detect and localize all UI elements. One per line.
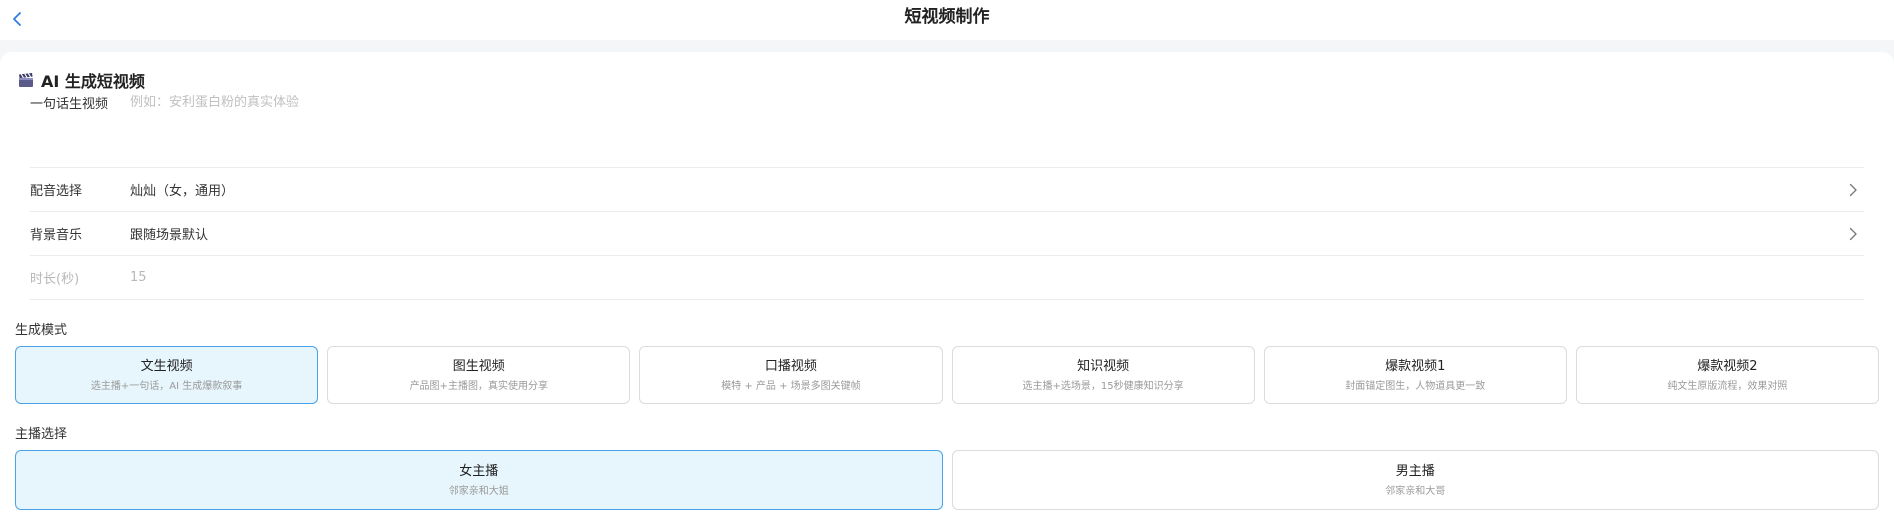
voice-value: 灿灿（女，通用）	[130, 184, 235, 199]
mode-option-desc: 选主播+选场景，15秒健康知识分享	[1022, 380, 1184, 392]
mode-option-title: 文生视频	[140, 358, 193, 374]
duration-label: 时长(秒)	[30, 272, 80, 287]
mode-option-desc: 模特 + 产品 + 场景多图关键帧	[721, 380, 861, 392]
mode-option-desc: 封面锚定图生，人物道具更一致	[1345, 380, 1486, 392]
mode-option-knowledge-video[interactable]: 知识视频 选主播+选场景，15秒健康知识分享	[951, 346, 1255, 404]
anchor-option-desc: 邻家亲和大哥	[1385, 485, 1446, 497]
mode-option-text-to-video[interactable]: 文生视频 选主播+一句话，AI 生成爆款叙事	[15, 346, 319, 404]
mode-option-title: 口播视频	[764, 358, 817, 374]
voice-label: 配音选择	[30, 184, 83, 199]
mode-option-viral-video-2[interactable]: 爆款视频2 纯文生原版流程，效果对照	[1575, 346, 1880, 404]
anchor-group-label: 主播选择	[15, 427, 68, 442]
prompt-label: 一句话生视频	[30, 96, 109, 112]
voice-row[interactable]: 配音选择 灿灿（女，通用）	[30, 168, 1864, 212]
mode-option-title: 图生视频	[452, 358, 505, 374]
mode-option-title: 知识视频	[1077, 358, 1130, 374]
mode-option-title: 爆款视频2	[1697, 358, 1758, 374]
mode-group-label: 生成模式	[15, 323, 68, 338]
page-title: 短视频制作	[904, 7, 990, 27]
duration-value: 15	[130, 270, 147, 285]
mode-option-desc: 产品图+主播图，真实使用分享	[409, 380, 548, 392]
mode-option-desc: 选主播+一句话，AI 生成爆款叙事	[90, 380, 243, 392]
top-bar: 短视频制作	[0, 0, 1894, 40]
chevron-right-icon	[1849, 183, 1857, 196]
anchor-option-title: 男主播	[1395, 463, 1435, 479]
anchor-option-desc: 邻家亲和大姐	[448, 485, 509, 497]
prompt-row: 一句话生视频	[30, 80, 1864, 124]
anchor-option-female[interactable]: 女主播 邻家亲和大姐	[15, 450, 943, 510]
mode-option-talking-video[interactable]: 口播视频 模特 + 产品 + 场景多图关键帧	[639, 346, 943, 404]
anchor-options: 女主播 邻家亲和大姐 男主播 邻家亲和大哥	[15, 450, 1879, 510]
chevron-right-icon	[1849, 227, 1857, 240]
prompt-input[interactable]	[130, 94, 1864, 110]
music-value: 跟随场景默认	[130, 228, 209, 243]
mode-option-image-to-video[interactable]: 图生视频 产品图+主播图，真实使用分享	[327, 346, 631, 404]
mode-options: 文生视频 选主播+一句话，AI 生成爆款叙事 图生视频 产品图+主播图，真实使用…	[15, 346, 1880, 404]
anchor-option-male[interactable]: 男主播 邻家亲和大哥	[951, 450, 1879, 510]
music-label: 背景音乐	[30, 228, 83, 243]
mode-option-viral-video-1[interactable]: 爆款视频1 封面锚定图生，人物道具更一致	[1263, 346, 1567, 404]
mode-option-title: 爆款视频1	[1385, 358, 1446, 374]
duration-row: 时长(秒) 15	[30, 256, 1864, 300]
prompt-spacer	[30, 124, 1864, 168]
music-row[interactable]: 背景音乐 跟随场景默认	[30, 212, 1864, 256]
anchor-option-title: 女主播	[459, 463, 499, 479]
mode-option-desc: 纯文生原版流程，效果对照	[1667, 380, 1788, 392]
